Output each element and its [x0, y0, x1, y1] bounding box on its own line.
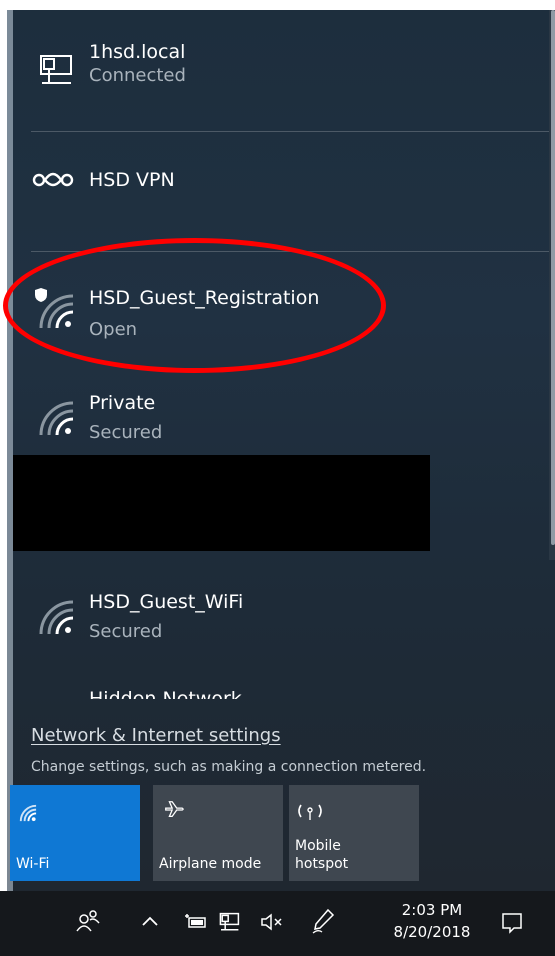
tile-wifi[interactable]: Wi-Fi — [10, 785, 140, 881]
chevron-up-icon[interactable] — [141, 915, 159, 927]
scrollbar-thumb[interactable] — [551, 10, 555, 545]
flyout-edge — [7, 10, 13, 891]
network-icon[interactable] — [218, 911, 242, 933]
network-name: Private — [89, 392, 156, 414]
divider — [31, 131, 555, 132]
redacted-block — [13, 455, 430, 551]
volume-muted-icon[interactable] — [259, 911, 285, 933]
taskbar-clock[interactable]: 2:03 PM 8/20/2018 — [382, 899, 482, 943]
wifi-icon — [31, 695, 77, 699]
tile-airplane-mode[interactable]: Airplane mode — [153, 785, 283, 881]
annotation-ellipse — [3, 238, 386, 373]
airplane-icon — [165, 801, 184, 818]
network-settings-description: Change settings, such as making a connec… — [31, 759, 427, 775]
network-settings-link[interactable]: Network & Internet settings — [31, 725, 281, 746]
network-name: HSD_Guest_WiFi — [89, 591, 244, 613]
pen-icon[interactable] — [310, 907, 336, 935]
network-flyout: 1hsd.local Connected HSD VPN HSD_Guest_R… — [7, 10, 555, 891]
network-item-hsd-vpn[interactable]: HSD VPN — [31, 160, 555, 200]
network-name: Hidden Network — [89, 691, 242, 699]
network-item-1hsd-local[interactable]: 1hsd.local Connected — [31, 40, 555, 100]
network-item-hsd-guest-wifi[interactable]: HSD_Guest_WiFi Secured — [31, 590, 555, 650]
clock-time: 2:03 PM — [401, 901, 463, 919]
tile-mobile-hotspot[interactable]: Mobile hotspot — [289, 785, 419, 881]
vpn-icon — [32, 172, 74, 187]
network-status: Secured — [89, 422, 163, 443]
network-status: Connected — [89, 65, 186, 86]
tile-label: Wi-Fi — [16, 856, 50, 872]
network-name: 1hsd.local — [89, 41, 186, 63]
hotspot-icon — [298, 804, 322, 820]
network-name: HSD VPN — [89, 169, 175, 191]
clock-date: 8/20/2018 — [393, 923, 471, 941]
tile-label: Mobile hotspot — [295, 838, 349, 872]
action-center-icon[interactable] — [500, 911, 524, 935]
tile-label: Airplane mode — [159, 856, 262, 872]
wifi-icon — [19, 804, 37, 822]
ethernet-icon — [40, 55, 72, 84]
wifi-icon — [39, 600, 74, 635]
network-item-private[interactable]: Private Secured — [31, 391, 555, 451]
network-status: Secured — [89, 621, 163, 642]
scrollbar[interactable] — [549, 10, 555, 560]
people-icon[interactable] — [74, 907, 102, 933]
taskbar: 2:03 PM 8/20/2018 — [0, 891, 555, 956]
network-item-hidden-network[interactable]: Hidden Network — [31, 691, 555, 699]
wifi-icon — [39, 401, 74, 436]
battery-icon[interactable] — [183, 913, 209, 931]
